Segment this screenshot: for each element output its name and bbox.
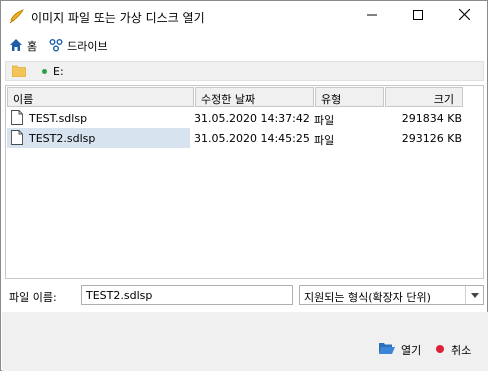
file-row-selected[interactable]: TEST2.sdlsp 31.05.2020 14:45:25 파일 29312…	[7, 128, 477, 148]
folder-icon	[11, 65, 27, 78]
column-header-size[interactable]: 크기	[385, 87, 463, 107]
drives-label: 드라이브	[67, 40, 108, 53]
close-icon	[458, 8, 470, 23]
title-bar: 이미지 파일 또는 가상 디스크 열기	[1, 1, 487, 31]
filename-label: 파일 이름:	[9, 291, 57, 304]
cancel-dot-icon	[435, 344, 445, 357]
drives-link[interactable]: 드라이브	[49, 38, 108, 55]
open-button-label: 열기	[401, 344, 422, 357]
close-button[interactable]	[441, 1, 487, 31]
column-header-name[interactable]: 이름	[7, 87, 194, 107]
window-title: 이미지 파일 또는 가상 디스크 열기	[31, 11, 205, 25]
filename-input[interactable]: TEST2.sdlsp	[81, 285, 293, 305]
drive-status-dot	[42, 69, 47, 74]
file-date: 31.05.2020 14:45:25	[194, 132, 310, 145]
dropdown-arrow-icon[interactable]	[465, 286, 483, 304]
file-list[interactable]: 이름 수정한 날짜 유형 크기 TEST.sdlsp 31.05.2020 14…	[5, 85, 484, 279]
file-type-filter[interactable]: 지원되는 형식(확장자 단위)	[299, 285, 484, 305]
minimize-icon	[367, 10, 377, 23]
file-name: TEST.sdlsp	[29, 112, 88, 125]
file-size: 293126 KB	[401, 132, 462, 145]
home-link[interactable]: 홈	[9, 38, 37, 55]
file-name: TEST2.sdlsp	[29, 132, 96, 145]
drives-icon	[49, 38, 63, 55]
open-button[interactable]: 열기	[379, 341, 421, 359]
open-image-dialog: 이미지 파일 또는 가상 디스크 열기 홈 드라이브 E: 이름 수정한 날짜 …	[0, 0, 488, 371]
quick-nav: 홈 드라이브	[9, 38, 120, 54]
file-date: 31.05.2020 14:37:42	[194, 112, 310, 125]
open-folder-icon	[379, 342, 395, 358]
file-icon	[11, 110, 23, 125]
path-bar[interactable]: E:	[5, 61, 484, 81]
file-type-filter-value: 지원되는 형식(확장자 단위)	[304, 291, 431, 304]
file-type: 파일	[314, 134, 335, 147]
file-type: 파일	[314, 114, 335, 127]
maximize-icon	[413, 9, 423, 23]
home-label: 홈	[27, 40, 38, 53]
minimize-button[interactable]	[349, 1, 395, 31]
maximize-button[interactable]	[395, 1, 441, 31]
file-row[interactable]: TEST.sdlsp 31.05.2020 14:37:42 파일 291834…	[7, 108, 477, 128]
column-header-date[interactable]: 수정한 날짜	[195, 87, 314, 107]
cancel-button[interactable]: 취소	[435, 341, 471, 359]
file-icon	[11, 130, 23, 145]
home-icon	[9, 38, 23, 55]
path-text: E:	[53, 65, 64, 78]
cancel-button-label: 취소	[451, 344, 472, 357]
file-size: 291834 KB	[401, 112, 462, 125]
column-header-type[interactable]: 유형	[315, 87, 384, 107]
app-logo-icon	[9, 8, 25, 24]
